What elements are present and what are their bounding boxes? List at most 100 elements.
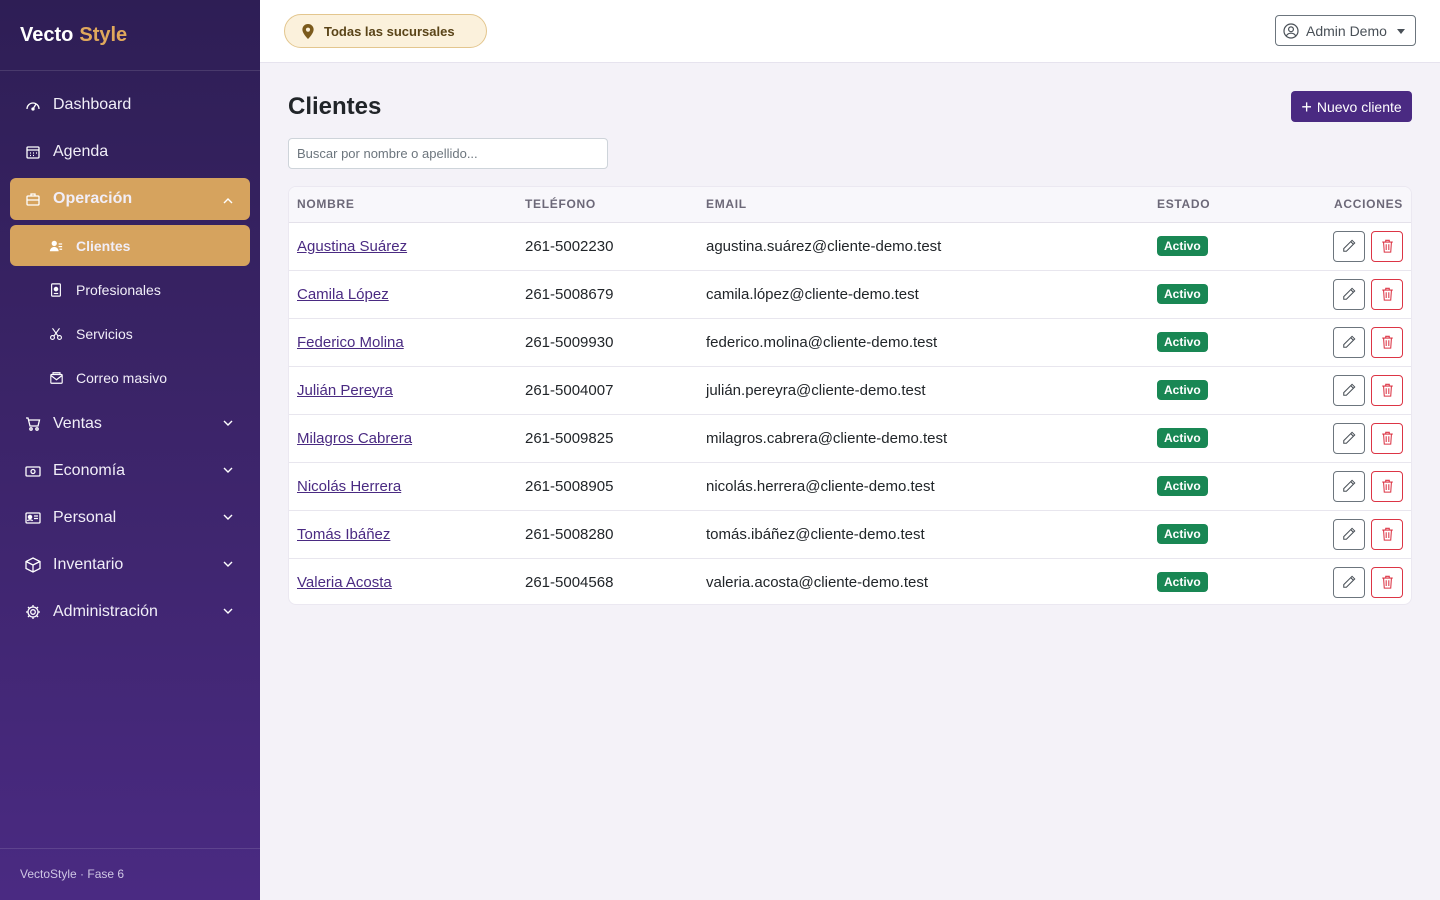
table-body: Agustina Suárez 261-5002230 agustina.suáre… (289, 222, 1411, 604)
sidebar-item-label: Inventario (53, 555, 124, 573)
sidebar-item-dashboard[interactable]: Dashboard (10, 81, 250, 128)
table-row: Nicolás Herrera 261-5008905 nicolás.herrer… (289, 462, 1411, 511)
sidebar-footer: VectoStyle · Fase 6 (0, 848, 260, 900)
edit-button[interactable] (1333, 230, 1365, 262)
client-name-link[interactable]: Valeria Acosta (297, 574, 392, 591)
sidebar-item-inventario[interactable]: Inventario (10, 541, 250, 588)
cell-telefono: 261-5008280 (517, 510, 698, 559)
delete-button[interactable] (1371, 470, 1403, 502)
speedometer-icon (24, 96, 42, 114)
pencil-icon (1343, 431, 1356, 444)
edit-button[interactable] (1333, 470, 1365, 502)
pencil-icon (1343, 479, 1356, 492)
cell-email: tomás.ibáñez@cliente-demo.test (698, 510, 1149, 559)
cell-estado: Activo (1149, 366, 1279, 415)
edit-button[interactable] (1333, 326, 1365, 358)
sidebar-item-ventas[interactable]: Ventas (10, 400, 250, 447)
cell-email: milagros.cabrera@cliente-demo.test (698, 414, 1149, 463)
trash-icon (1381, 383, 1393, 397)
cell-nombre: Valeria Acosta (289, 558, 517, 604)
client-name-link[interactable]: Julián Pereyra (297, 382, 393, 399)
status-badge: Activo (1157, 380, 1208, 400)
search-input[interactable] (288, 138, 608, 169)
sidebar-subitem-clientes[interactable]: Clientes (10, 225, 250, 266)
sidebar-subitem-servicios[interactable]: Servicios (10, 312, 250, 356)
sidebar-nav: Dashboard Agenda Operación Clientes Prof… (0, 71, 260, 635)
new-client-label: Nuevo cliente (1316, 98, 1402, 115)
table-row: Tomás Ibáñez 261-5008280 tomás.ibáñez@clie… (289, 510, 1411, 559)
pencil-icon (1343, 527, 1356, 540)
cell-acciones (1279, 318, 1411, 367)
client-name-link[interactable]: Federico Molina (297, 334, 404, 351)
status-badge: Activo (1157, 524, 1208, 544)
delete-button[interactable] (1371, 518, 1403, 550)
cell-estado: Activo (1149, 414, 1279, 463)
delete-button[interactable] (1371, 374, 1403, 406)
calendar-icon (24, 143, 42, 161)
clients-table: NOMBRE TELÉFONO EMAIL ESTADO ACCIONES Ag… (289, 187, 1411, 604)
client-name-link[interactable]: Milagros Cabrera (297, 430, 412, 447)
cell-email: federico.molina@cliente-demo.test (698, 318, 1149, 367)
sidebar-item-agenda[interactable]: Agenda (10, 128, 250, 175)
cell-telefono: 261-5004568 (525, 573, 614, 591)
sidebar-subitem-correo-masivo[interactable]: Correo masivo (10, 356, 250, 400)
client-name-link[interactable]: Agustina Suárez (297, 238, 407, 255)
sidebar: Vecto Style Dashboard Agenda Operación C… (0, 0, 260, 900)
user-menu-button[interactable]: Admin Demo (1275, 15, 1416, 46)
sidebar-subitem-label: Servicios (76, 326, 133, 342)
pencil-icon (1343, 335, 1356, 348)
sidebar-item-administracion[interactable]: Administración (10, 588, 250, 635)
table-row: Milagros Cabrera 261-5009825 milagros.cabr… (289, 414, 1411, 463)
branch-selector[interactable]: Todas las sucursales (284, 14, 487, 48)
column-header-nombre[interactable]: NOMBRE (289, 187, 517, 223)
edit-button[interactable] (1333, 518, 1365, 550)
delete-button[interactable] (1371, 230, 1403, 262)
cell-acciones (1279, 462, 1411, 511)
edit-button[interactable] (1333, 278, 1365, 310)
cell-estado: Activo (1149, 462, 1279, 511)
sidebar-item-operacion[interactable]: Operación (10, 178, 250, 220)
topbar: Todas las sucursales Admin Demo (260, 0, 1440, 63)
edit-button[interactable] (1333, 566, 1365, 598)
delete-button[interactable] (1371, 422, 1403, 454)
pencil-icon (1343, 287, 1356, 300)
cell-estado: Activo (1149, 510, 1279, 559)
chevron-down-icon (223, 608, 233, 614)
envelope-icon (48, 370, 64, 386)
sidebar-item-label: Administración (53, 602, 158, 620)
pencil-icon (1343, 239, 1356, 252)
new-client-button[interactable]: + Nuevo cliente (1291, 91, 1412, 122)
delete-button[interactable] (1371, 326, 1403, 358)
status-badge: Activo (1157, 572, 1208, 593)
brand-logo[interactable]: Vecto Style (0, 0, 260, 71)
user-name: Admin Demo (1306, 22, 1387, 39)
cell-nombre: Nicolás Herrera (289, 462, 517, 511)
cell-telefono: 261-5004007 (517, 366, 698, 415)
cell-estado: Activo (1149, 222, 1279, 271)
edit-button[interactable] (1333, 374, 1365, 406)
cell-email: agustina.suárez@cliente-demo.test (698, 222, 1149, 271)
cell-telefono: 261-5009825 (517, 414, 698, 463)
trash-icon (1381, 287, 1393, 301)
delete-button[interactable] (1371, 278, 1403, 310)
client-name-link[interactable]: Nicolás Herrera (297, 478, 401, 495)
cell-acciones (1279, 558, 1411, 604)
column-header-email[interactable]: EMAIL (698, 187, 1149, 223)
column-header-estado[interactable]: ESTADO (1149, 187, 1279, 223)
chevron-up-icon (223, 198, 233, 204)
sidebar-subitem-profesionales[interactable]: Profesionales (10, 268, 250, 312)
sidebar-item-personal[interactable]: Personal (10, 494, 250, 541)
client-name-link[interactable]: Camila López (297, 286, 389, 303)
client-name-link[interactable]: Tomás Ibáñez (297, 526, 390, 543)
trash-icon (1381, 335, 1393, 349)
column-header-telefono[interactable]: TELÉFONO (517, 187, 698, 223)
edit-button[interactable] (1333, 422, 1365, 454)
cell-email: julián.pereyra@cliente-demo.test (698, 366, 1149, 415)
table-row: Agustina Suárez 261-5002230 agustina.suáre… (289, 222, 1411, 271)
cell-estado: Activo (1149, 318, 1279, 367)
cell-nombre: Julián Pereyra (289, 366, 517, 415)
sidebar-item-economia[interactable]: Economía (10, 447, 250, 494)
cell-telefono: 261-5008905 (517, 462, 698, 511)
delete-button[interactable] (1371, 566, 1403, 598)
sidebar-subitem-label: Correo masivo (76, 370, 168, 386)
